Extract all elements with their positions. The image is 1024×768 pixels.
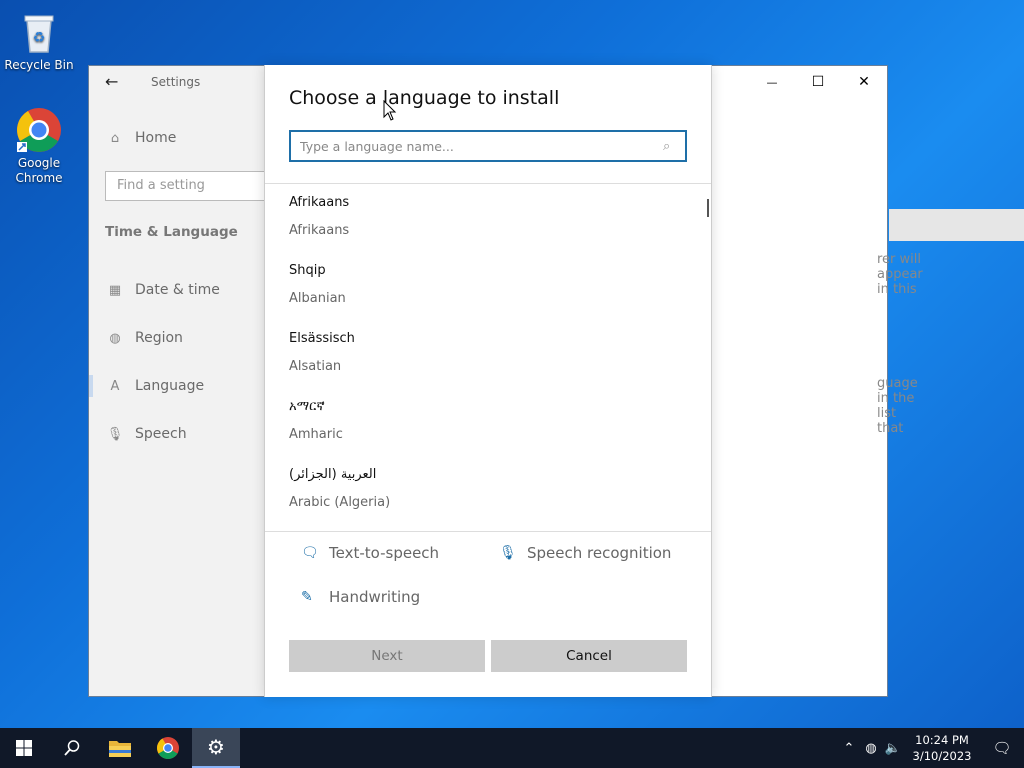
sidebar-item-label: Home	[135, 130, 177, 146]
close-icon: ✕	[858, 74, 870, 90]
system-tray: ⌃ ◍ 🔈 10:24 PM 3/10/2023 🗨	[838, 728, 1024, 768]
list-item[interactable]: Elsässisch Alsatian	[265, 321, 711, 389]
sidebar-item-language[interactable]: A Language	[107, 378, 205, 394]
microphone-icon: 🎙	[499, 545, 517, 561]
settings-sidebar: ← Settings ⌂ Home Find a setting Time & …	[89, 66, 275, 696]
recycle-bin-icon: ♻	[15, 8, 63, 56]
language-english-name: Albanian	[289, 291, 346, 306]
taskbar: ⚙ ⌃ ◍ 🔈 10:24 PM 3/10/2023 🗨	[0, 728, 1024, 768]
language-native-name: አማርኛ	[289, 399, 325, 414]
feature-handwriting: ✎ Handwriting	[301, 588, 420, 606]
language-english-name: Amharic	[289, 427, 343, 442]
sidebar-item-label: Region	[135, 330, 183, 346]
background-dropdown	[889, 209, 1024, 241]
chrome-icon	[157, 737, 179, 759]
language-icon: A	[110, 378, 120, 394]
mouse-cursor-icon	[383, 100, 397, 121]
microphone-icon: 🎙	[106, 426, 124, 442]
network-icon[interactable]: ◍	[860, 741, 882, 756]
find-setting-input[interactable]: Find a setting	[105, 171, 275, 201]
divider	[265, 183, 711, 184]
taskbar-chrome[interactable]	[144, 728, 192, 768]
window-title: Settings	[151, 75, 201, 89]
taskbar-settings[interactable]: ⚙	[192, 728, 240, 768]
desktop-icon-google-chrome[interactable]: Google Chrome	[1, 106, 77, 186]
maximize-icon: ☐	[811, 74, 825, 90]
active-indicator	[89, 375, 93, 397]
find-setting-placeholder: Find a setting	[117, 178, 205, 193]
sidebar-item-label: Date & time	[135, 282, 220, 298]
cancel-button[interactable]: Cancel	[491, 640, 687, 672]
chevron-up-icon[interactable]: ⌃	[838, 741, 860, 756]
volume-icon[interactable]: 🔈	[882, 741, 904, 756]
language-native-name: Shqip	[289, 263, 326, 278]
windows-logo-icon	[16, 740, 32, 756]
clock[interactable]: 10:24 PM 3/10/2023	[904, 732, 980, 764]
svg-text:♻: ♻	[33, 30, 46, 46]
gear-icon: ⚙	[207, 735, 225, 759]
minimize-icon: —	[766, 75, 778, 89]
text-to-speech-icon: 🗨	[301, 545, 319, 561]
back-arrow-icon[interactable]: ←	[105, 72, 118, 91]
next-button[interactable]: Next	[289, 640, 485, 672]
close-button[interactable]: ✕	[841, 66, 887, 98]
folder-icon	[109, 741, 131, 757]
sidebar-item-label: Speech	[135, 426, 187, 442]
choose-language-dialog: Choose a language to install ⌕ Afrikaans…	[264, 65, 712, 697]
section-title: Time & Language	[105, 224, 238, 240]
language-english-name: Afrikaans	[289, 223, 350, 238]
background-text: guage in the list that	[877, 376, 918, 436]
desktop-icon-recycle-bin[interactable]: ♻ Recycle Bin	[1, 8, 77, 73]
home-icon: ⌂	[110, 130, 120, 146]
language-list[interactable]: Afrikaans Afrikaans Shqip Albanian Elsäs…	[265, 185, 711, 531]
dialog-title: Choose a language to install	[289, 87, 560, 109]
language-english-name: Arabic (Algeria)	[289, 495, 391, 510]
chrome-icon	[15, 106, 63, 154]
sidebar-item-date-time[interactable]: ▦ Date & time	[107, 282, 220, 298]
language-native-name: Afrikaans	[289, 195, 350, 210]
language-search-box[interactable]: ⌕	[289, 130, 687, 162]
globe-icon: ◍	[109, 330, 121, 346]
scrollbar-thumb[interactable]	[707, 199, 709, 217]
calendar-icon: ▦	[108, 282, 122, 298]
sidebar-item-home[interactable]: ⌂ Home	[107, 130, 176, 146]
feature-label: Speech recognition	[527, 544, 672, 562]
feature-label: Text-to-speech	[329, 544, 440, 562]
handwriting-icon: ✎	[301, 589, 313, 605]
list-item[interactable]: العربية (الجزائر) Arabic (Algeria)	[265, 457, 711, 525]
divider	[265, 531, 711, 532]
language-english-name: Alsatian	[289, 359, 342, 374]
feature-text-to-speech: 🗨 Text-to-speech	[301, 544, 439, 562]
language-native-name: العربية (الجزائر)	[289, 467, 377, 482]
maximize-button[interactable]: ☐	[795, 66, 841, 98]
search-icon[interactable]: ⌕	[663, 139, 685, 154]
feature-label: Handwriting	[329, 588, 421, 606]
search-button[interactable]	[48, 728, 96, 768]
start-button[interactable]	[0, 728, 48, 768]
desktop-icon-label: Recycle Bin	[4, 58, 74, 72]
sidebar-item-speech[interactable]: 🎙 Speech	[107, 426, 187, 442]
feature-speech-recognition: 🎙 Speech recognition	[499, 544, 671, 562]
clock-date: 3/10/2023	[912, 749, 972, 763]
minimize-button[interactable]: —	[749, 66, 795, 98]
clock-time: 10:24 PM	[915, 733, 969, 747]
search-icon	[64, 740, 80, 756]
list-item[interactable]: Shqip Albanian	[265, 253, 711, 321]
sidebar-item-region[interactable]: ◍ Region	[107, 330, 183, 346]
background-text: rer will appear in this	[877, 252, 923, 297]
language-search-input[interactable]	[300, 138, 663, 154]
language-native-name: Elsässisch	[289, 331, 355, 346]
list-item[interactable]: አማርኛ Amharic	[265, 389, 711, 457]
taskbar-file-explorer[interactable]	[96, 728, 144, 768]
sidebar-item-label: Language	[135, 378, 205, 394]
list-item[interactable]: Afrikaans Afrikaans	[265, 185, 711, 253]
notification-icon[interactable]: 🗨	[980, 739, 1024, 757]
window-controls: — ☐ ✕	[749, 66, 887, 98]
desktop-icon-label: Google Chrome	[15, 156, 63, 185]
